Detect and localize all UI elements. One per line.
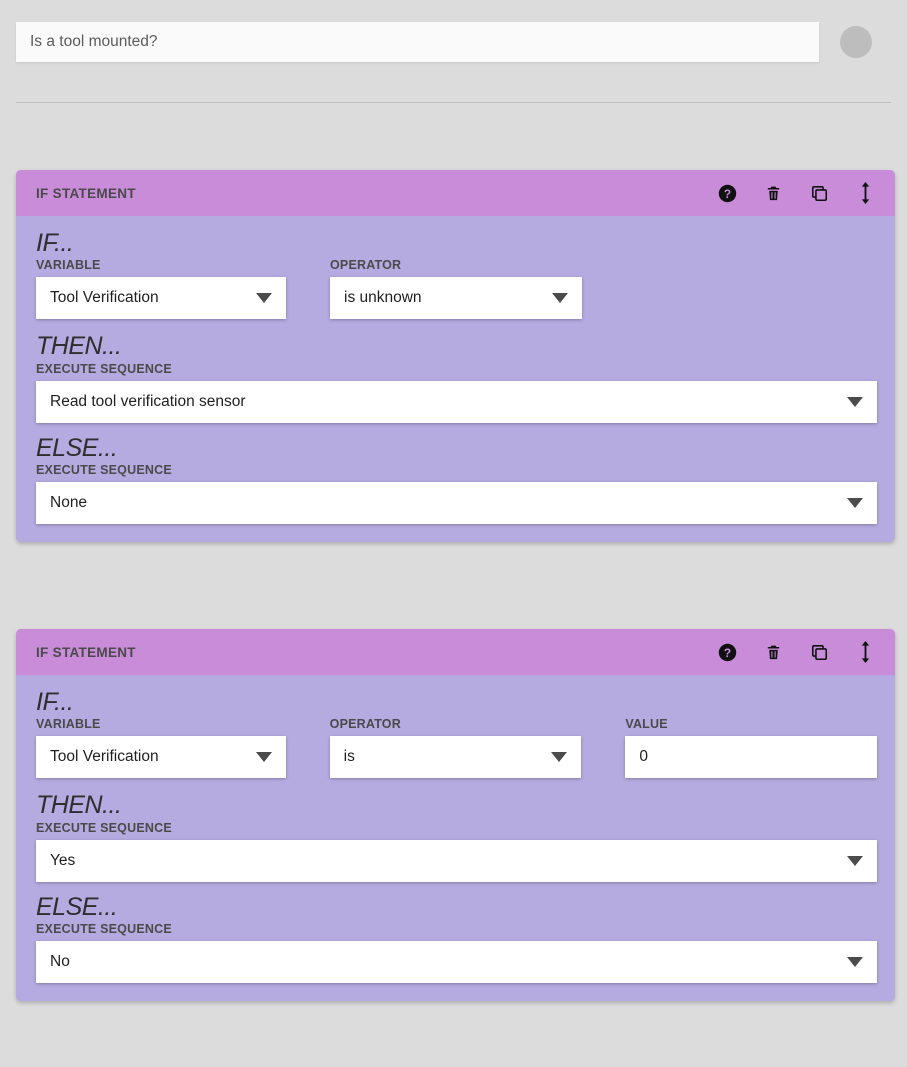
else-sequence-select[interactable]: None [36, 481, 877, 524]
variable-value: Tool Verification [50, 748, 159, 766]
variable-label: VARIABLE [36, 258, 101, 273]
question-toolbar [0, 0, 907, 108]
then-heading: THEN... [36, 791, 122, 820]
else-sequence-label: EXECUTE SEQUENCE [36, 462, 172, 477]
else-sequence-label: EXECUTE SEQUENCE [36, 921, 172, 936]
chevron-down-icon [847, 855, 863, 866]
toolbar-divider [16, 102, 891, 103]
card-title: IF STATEMENT [36, 185, 136, 201]
value-group: VALUE [625, 717, 878, 779]
else-sequence-select[interactable]: No [36, 940, 877, 983]
else-heading: ELSE... [36, 892, 118, 921]
else-sequence-value: None [50, 493, 88, 511]
chevron-down-icon [847, 956, 863, 967]
chevron-down-icon [847, 396, 863, 407]
chevron-down-icon [551, 752, 568, 763]
card-header: IF STATEMENT ? [16, 170, 895, 216]
then-sequence-select[interactable]: Yes [36, 839, 877, 882]
else-heading: ELSE... [36, 433, 118, 462]
question-action-button[interactable] [840, 26, 872, 58]
card-header: IF STATEMENT ? [16, 629, 895, 675]
operator-group: OPERATOR is [329, 717, 582, 779]
help-icon[interactable]: ? [717, 641, 737, 663]
variable-select[interactable]: Tool Verification [36, 736, 286, 779]
variable-group: VARIABLE Tool Verification [36, 258, 286, 320]
drag-vertical-icon[interactable] [855, 182, 875, 204]
if-heading: IF... [36, 688, 74, 716]
if-heading: IF... [36, 229, 74, 257]
svg-text:?: ? [723, 645, 730, 659]
drag-vertical-icon[interactable] [855, 641, 875, 663]
chevron-down-icon [255, 752, 272, 763]
variable-select[interactable]: Tool Verification [36, 277, 286, 320]
copy-icon[interactable] [809, 641, 829, 663]
then-heading: THEN... [36, 332, 122, 361]
svg-text:?: ? [723, 186, 730, 200]
if-statement-card-1: IF STATEMENT ? IF... VARIABLE Tool Verif… [16, 170, 895, 542]
chevron-down-icon [847, 497, 863, 508]
value-input[interactable] [625, 736, 878, 779]
operator-group: OPERATOR is unknown [330, 258, 582, 320]
operator-label: OPERATOR [329, 717, 401, 732]
chevron-down-icon [552, 293, 568, 304]
value-label: VALUE [625, 717, 668, 732]
trash-icon[interactable] [763, 182, 783, 204]
copy-icon[interactable] [809, 182, 829, 204]
card-header-actions: ? [717, 641, 875, 663]
condition-row: VARIABLE Tool Verification OPERATOR is u… [36, 258, 877, 320]
else-sequence-value: No [50, 952, 70, 970]
operator-select[interactable]: is [329, 736, 582, 779]
then-sequence-label: EXECUTE SEQUENCE [36, 361, 172, 376]
question-input[interactable] [16, 22, 819, 62]
card-header-actions: ? [717, 182, 875, 204]
if-statement-card-2: IF STATEMENT ? IF... VARIABLE Tool Verif… [16, 629, 895, 1001]
variable-value: Tool Verification [50, 289, 159, 307]
then-sequence-label: EXECUTE SEQUENCE [36, 820, 172, 835]
operator-select[interactable]: is unknown [330, 277, 582, 320]
card-body: IF... VARIABLE Tool Verification OPERATO… [16, 675, 895, 1001]
then-sequence-value: Yes [50, 851, 76, 869]
card-body: IF... VARIABLE Tool Verification OPERATO… [16, 216, 895, 542]
help-icon[interactable]: ? [717, 182, 737, 204]
variable-label: VARIABLE [36, 717, 101, 732]
operator-value: is [343, 748, 355, 766]
then-sequence-value: Read tool verification sensor [50, 392, 246, 410]
condition-row: VARIABLE Tool Verification OPERATOR is V… [36, 717, 878, 779]
trash-icon[interactable] [763, 641, 783, 663]
card-title: IF STATEMENT [36, 644, 136, 660]
operator-value: is unknown [344, 289, 422, 307]
chevron-down-icon [256, 293, 272, 304]
operator-label: OPERATOR [330, 258, 402, 273]
then-sequence-select[interactable]: Read tool verification sensor [36, 380, 877, 423]
variable-group: VARIABLE Tool Verification [36, 717, 286, 779]
